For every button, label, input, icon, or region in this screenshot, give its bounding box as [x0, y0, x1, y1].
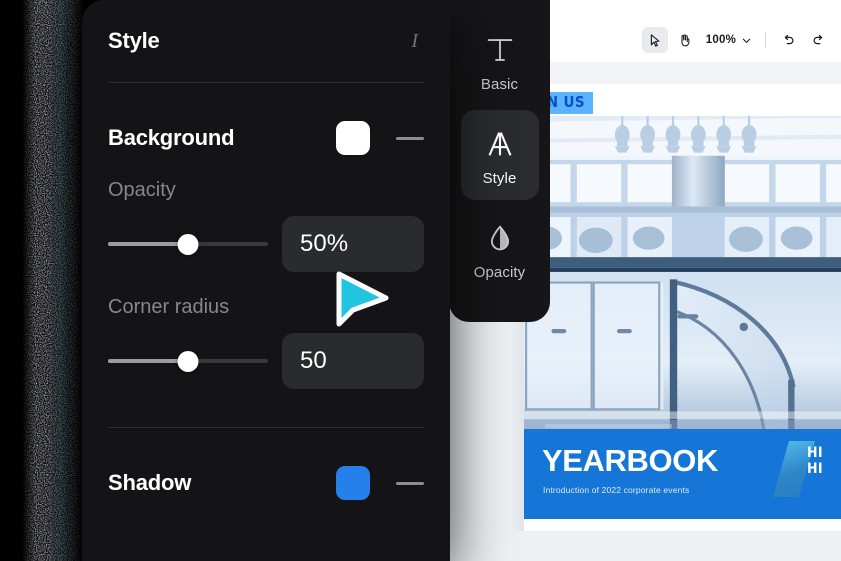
redo-button[interactable]	[805, 27, 831, 53]
opacity-label: Opacity	[108, 179, 176, 201]
toolbar-divider	[765, 32, 766, 48]
text-t-icon	[483, 30, 517, 70]
corner-radius-value-input[interactable]: 50	[282, 333, 424, 389]
rail-label-basic: Basic	[480, 75, 519, 93]
title-block[interactable]: YEARBOOK Introduction of 2022 corporate …	[524, 429, 841, 519]
screen: 100% JOIN US YEARBOOK Introduction of 20…	[0, 0, 841, 561]
artboard[interactable]: JOIN US YEARBOOK Introduction of 2022 co…	[514, 84, 841, 531]
undo-button[interactable]	[775, 27, 801, 53]
select-tool-button[interactable]	[641, 27, 668, 53]
opacity-control-row: 50%	[108, 216, 424, 272]
rail-item-style[interactable]: Style	[460, 110, 539, 200]
logo-text-line1: HI	[807, 445, 823, 461]
cursor-arrow-icon	[651, 33, 660, 47]
shadow-remove-icon[interactable]	[396, 481, 424, 485]
rail-item-basic[interactable]: Basic	[461, 16, 539, 106]
redo-icon	[813, 34, 822, 44]
opacity-slider[interactable]	[108, 234, 268, 255]
opacity-slider-knob[interactable]	[177, 234, 199, 255]
droplet-icon	[485, 218, 515, 258]
corner-radius-slider[interactable]	[108, 351, 268, 372]
opacity-slider-fill	[108, 242, 188, 246]
rail-item-opacity[interactable]: Opacity	[461, 204, 539, 294]
corner-radius-label: Corner radius	[108, 296, 230, 318]
zoom-dropdown-button[interactable]	[738, 32, 754, 48]
document-subtitle: Introduction of 2022 corporate events	[543, 485, 690, 495]
shadow-color-swatch[interactable]	[336, 466, 370, 500]
chevron-down-icon	[742, 38, 750, 43]
panel-title: Style	[108, 28, 160, 53]
rail-label-style: Style	[482, 169, 517, 187]
background-color-swatch[interactable]	[336, 121, 370, 155]
opacity-value-input[interactable]: 50%	[282, 216, 424, 272]
corner-radius-control-row: 50	[108, 333, 424, 389]
corner-radius-slider-knob[interactable]	[177, 351, 199, 372]
corner-logo-mark: HI HI	[772, 441, 841, 497]
italic-icon[interactable]: I	[411, 30, 424, 53]
header-divider	[108, 82, 424, 83]
background-label: Background	[108, 125, 235, 150]
background-remove-icon[interactable]	[396, 136, 424, 140]
document-title: YEARBOOK	[542, 443, 718, 478]
style-settings-panel: Style I Background Opacity 50% Corner ra…	[82, 0, 450, 561]
section-rail: Basic Style Opacity	[449, 0, 550, 322]
shadow-divider	[108, 427, 424, 428]
zoom-level-label[interactable]: 100%	[706, 34, 736, 46]
hero-photo[interactable]	[524, 116, 841, 429]
panel-header: Style I	[108, 28, 424, 54]
background-row: Background	[108, 121, 424, 155]
letter-a-style-icon	[483, 124, 517, 164]
photo-illustration	[524, 116, 841, 429]
hand-icon	[681, 33, 690, 46]
rail-label-opacity: Opacity	[473, 263, 526, 281]
noise-edge-artifact	[22, 0, 84, 561]
corner-radius-slider-fill	[108, 359, 188, 363]
hand-tool-button[interactable]	[672, 27, 698, 53]
logo-text: HI HI	[807, 445, 823, 477]
shadow-row: Shadow	[108, 466, 424, 500]
shadow-label: Shadow	[108, 470, 192, 495]
logo-text-line2: HI	[807, 461, 823, 477]
undo-icon	[784, 34, 793, 44]
